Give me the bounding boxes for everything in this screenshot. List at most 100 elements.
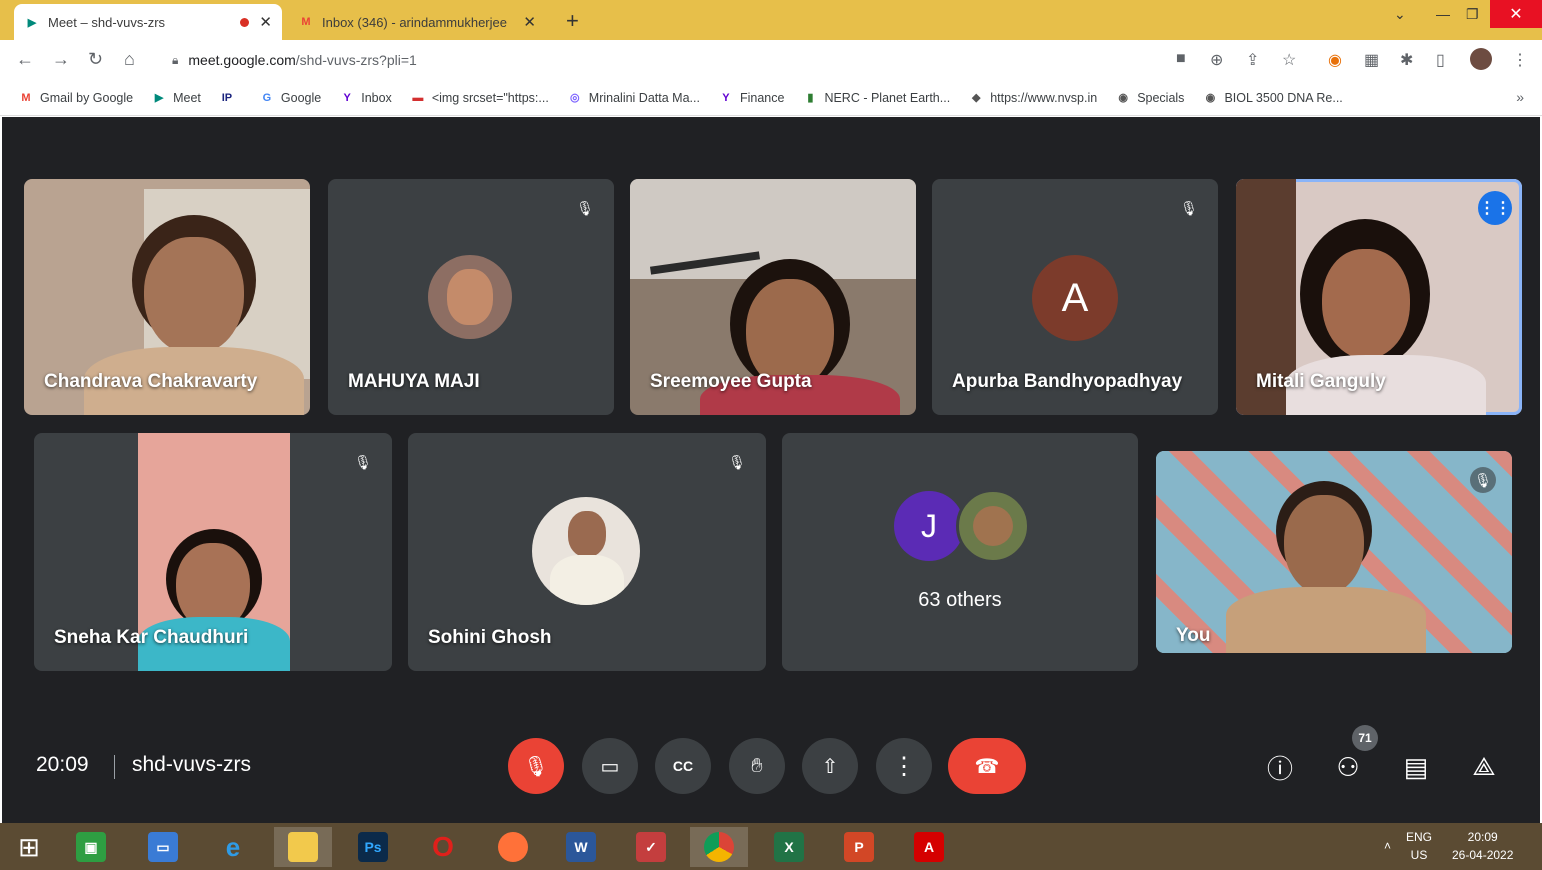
- back-icon[interactable]: ←: [16, 49, 34, 70]
- bookmark-item[interactable]: M Gmail by Google: [18, 90, 133, 106]
- forward-icon[interactable]: →: [52, 49, 70, 70]
- taskbar-app[interactable]: ✓: [622, 827, 680, 867]
- bookmark-label: <img srcset="https:...: [431, 90, 549, 105]
- language-indicator[interactable]: ENG US: [1406, 828, 1432, 864]
- participant-tile[interactable]: 🎙︎ Sohini Ghosh: [408, 433, 766, 671]
- taskbar-acrobat[interactable]: A: [900, 827, 958, 867]
- participant-tile[interactable]: Sreemoyee Gupta: [630, 179, 916, 415]
- taskbar-ie[interactable]: e: [204, 827, 262, 867]
- extension-icon[interactable]: ◉: [1328, 50, 1342, 70]
- bookmarks-overflow-button[interactable]: »: [1516, 89, 1524, 105]
- participant-tile[interactable]: 🎙︎ Sneha Kar Chaudhuri: [34, 433, 392, 671]
- bookmark-label: BIOL 3500 DNA Re...: [1224, 90, 1343, 105]
- mic-toggle-button[interactable]: 🎙︎: [508, 738, 564, 794]
- tab-meet[interactable]: ▶ Meet – shd-vuvs-zrs ✕: [14, 4, 282, 40]
- bookmark-item[interactable]: ▮ NERC - Planet Earth...: [802, 90, 950, 106]
- restore-icon[interactable]: ❐: [1466, 6, 1479, 23]
- language-code: ENG: [1406, 830, 1433, 844]
- camera-in-use-icon[interactable]: ■: [1176, 50, 1186, 68]
- participant-tile-active-speaker[interactable]: ⋮⋮ Mitali Ganguly: [1236, 179, 1522, 415]
- activities-button[interactable]: ⟁: [1466, 749, 1502, 785]
- tray-chevron-icon[interactable]: ˄: [1384, 837, 1391, 855]
- gmail-icon: M: [21, 91, 31, 104]
- globe-icon: ◉: [1205, 92, 1216, 104]
- bookmark-label: NERC - Planet Earth...: [824, 90, 951, 105]
- profile-avatar[interactable]: [1470, 48, 1492, 70]
- taskbar-this-pc[interactable]: ▭: [134, 827, 192, 867]
- opera-icon: O: [432, 831, 454, 862]
- new-tab-button[interactable]: +: [566, 8, 579, 34]
- yahoo-icon: Y: [343, 91, 351, 104]
- participant-face: [1322, 249, 1410, 359]
- chat-icon: ▤: [1403, 751, 1429, 782]
- camera-toggle-button[interactable]: ▭: [582, 738, 638, 794]
- participant-count-badge: 71: [1352, 725, 1378, 751]
- self-view-tile[interactable]: 🎙︎ You: [1156, 451, 1512, 653]
- taskbar-powerpoint[interactable]: P: [830, 827, 888, 867]
- bookmark-item[interactable]: ◎ Mrinalini Datta Ma...: [567, 90, 700, 106]
- gmail-icon: M: [301, 16, 311, 28]
- participant-face: [1284, 495, 1364, 595]
- window-close-button[interactable]: ✕: [1490, 0, 1542, 28]
- home-icon[interactable]: ⌂: [124, 49, 135, 70]
- taskbar-opera[interactable]: O: [414, 827, 472, 867]
- bookmark-item[interactable]: ◉ Specials: [1115, 90, 1184, 106]
- globe-icon: ◎: [569, 92, 580, 104]
- taskbar-firefox[interactable]: [484, 827, 542, 867]
- menu-kebab-icon[interactable]: ⋮: [1512, 50, 1528, 70]
- bookmark-item[interactable]: ◆ https://www.nvsp.in: [968, 90, 1097, 106]
- bookmark-item[interactable]: ◉ BIOL 3500 DNA Re...: [1202, 90, 1343, 106]
- raise-hand-button[interactable]: ✋︎: [729, 738, 785, 794]
- tab-inbox[interactable]: M Inbox (346) - arindammukherjee ✕: [288, 4, 546, 40]
- taskbar-excel[interactable]: X: [760, 827, 818, 867]
- taskbar-store[interactable]: ▣: [62, 827, 120, 867]
- photoshop-icon: Ps: [358, 832, 388, 862]
- others-count: 63 others: [918, 589, 1002, 611]
- participant-name: Sneha Kar Chaudhuri: [54, 627, 249, 648]
- reload-icon[interactable]: ↻: [88, 49, 103, 70]
- globe-icon: ◉: [1118, 92, 1128, 104]
- more-options-button[interactable]: ⋮: [876, 738, 932, 794]
- bookmark-item[interactable]: ▬ <img srcset="https:...: [410, 90, 549, 106]
- bookmark-item[interactable]: IP: [219, 90, 241, 106]
- bookmark-label: Meet: [173, 90, 201, 105]
- extensions-puzzle-icon[interactable]: ✱: [1400, 50, 1413, 70]
- taskbar-file-explorer[interactable]: [274, 827, 332, 867]
- participant-tile[interactable]: 🎙︎ MAHUYA MAJI: [328, 179, 614, 415]
- bookmark-item[interactable]: G Google: [259, 90, 322, 106]
- address-bar[interactable]: 🔒︎ meet.google.com/shd-vuvs-zrs?pli=1: [160, 45, 1310, 75]
- people-button[interactable]: ⚇: [1330, 749, 1366, 785]
- taskbar-word[interactable]: W: [552, 827, 610, 867]
- start-button[interactable]: ⊞: [0, 827, 58, 867]
- page-icon: ▬: [412, 91, 424, 104]
- tab-search-icon[interactable]: ⌄: [1394, 6, 1406, 23]
- close-tab-icon[interactable]: ✕: [259, 13, 272, 31]
- others-tile[interactable]: J 63 others: [782, 433, 1138, 671]
- close-tab-icon[interactable]: ✕: [523, 13, 536, 31]
- bookmark-star-icon[interactable]: ☆: [1282, 50, 1296, 70]
- bookmark-item[interactable]: Y Inbox: [339, 90, 392, 106]
- extension-icon[interactable]: ▦: [1364, 50, 1379, 70]
- meeting-details-button[interactable]: ⓘ: [1262, 749, 1298, 785]
- zoom-icon[interactable]: ⊕: [1210, 50, 1223, 70]
- share-icon[interactable]: ⇪: [1246, 50, 1259, 70]
- computer-icon: ▭: [148, 832, 178, 862]
- participant-tile[interactable]: 🎙︎ A Apurba Bandhyopadhyay: [932, 179, 1218, 415]
- bookmark-item[interactable]: Y Finance: [718, 90, 784, 106]
- side-panel-icon[interactable]: ▯: [1436, 50, 1445, 70]
- minimize-icon[interactable]: —: [1436, 6, 1450, 22]
- taskbar-chrome[interactable]: [690, 827, 748, 867]
- acrobat-icon: A: [914, 832, 944, 862]
- participant-tile[interactable]: Chandrava Chakravarty: [24, 179, 310, 415]
- bookmark-item[interactable]: ▶ Meet: [151, 90, 201, 106]
- taskbar-photoshop[interactable]: Ps: [344, 827, 402, 867]
- chat-button[interactable]: ▤: [1398, 749, 1434, 785]
- captions-button[interactable]: CC: [655, 738, 711, 794]
- leave-call-button[interactable]: ☎︎: [948, 738, 1026, 794]
- meet-icon: ▶: [154, 92, 164, 104]
- meet-stage: Chandrava Chakravarty 🎙︎ MAHUYA MAJI Sre…: [2, 117, 1540, 823]
- system-clock[interactable]: 20:09 26-04-2022: [1452, 828, 1513, 864]
- present-screen-button[interactable]: ⇧: [802, 738, 858, 794]
- bookmarks-bar: M Gmail by Google ▶ Meet IP G Google Y Inbox ▬ <im…: [0, 80, 1542, 116]
- mic-off-icon: 🎙︎: [728, 453, 746, 470]
